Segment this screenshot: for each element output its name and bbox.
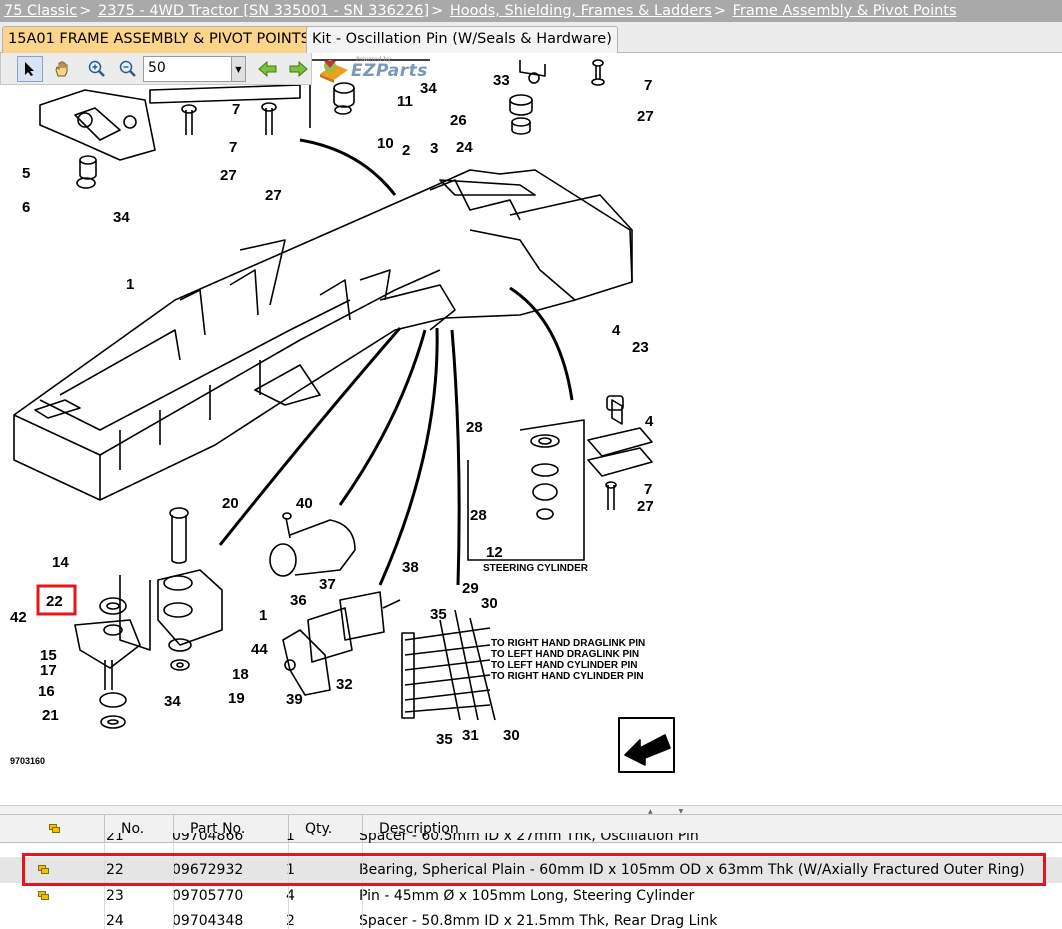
svg-text:31: 31: [462, 727, 479, 744]
breadcrumb-link-section[interactable]: Hoods, Shielding, Frames & Ladders: [450, 3, 712, 19]
row-description: Spacer - 50.8mm ID x 21.5mm Thk, Rear Dr…: [359, 913, 718, 929]
svg-text:20: 20: [222, 495, 239, 512]
svg-text:1: 1: [126, 276, 134, 293]
svg-text:7: 7: [644, 77, 652, 94]
svg-text:44: 44: [251, 641, 268, 658]
row-no: 23: [106, 888, 124, 904]
breadcrumb-link-page[interactable]: Frame Assembly & Pivot Points: [733, 3, 957, 19]
breadcrumb-separator: >: [713, 3, 726, 19]
zoom-in-icon[interactable]: [84, 56, 110, 82]
svg-text:27: 27: [220, 167, 237, 184]
svg-text:1: 1: [259, 607, 267, 624]
svg-text:28: 28: [470, 507, 487, 524]
svg-text:27: 27: [637, 108, 654, 125]
zoom-level-value: 50: [148, 60, 166, 76]
row-no: 21: [106, 833, 124, 844]
svg-text:5: 5: [22, 165, 30, 182]
svg-text:TO RIGHT HAND CYLINDER PIN: TO RIGHT HAND CYLINDER PIN: [491, 671, 644, 682]
splitter-grip-icon[interactable]: ▲▼: [648, 808, 709, 815]
svg-text:9703160: 9703160: [10, 756, 45, 766]
breadcrumb-separator: >: [79, 3, 92, 19]
breadcrumb: 75 Classic > 2375 - 4WD Tractor [SN 33500…: [0, 0, 1062, 22]
svg-text:STEERING CYLINDER: STEERING CYLINDER: [483, 563, 589, 574]
svg-text:37: 37: [319, 576, 336, 593]
svg-text:4: 4: [612, 322, 621, 339]
cart-icon[interactable]: [38, 891, 49, 900]
svg-text:38: 38: [402, 559, 419, 576]
svg-text:14: 14: [52, 554, 69, 571]
svg-text:32: 32: [336, 676, 353, 693]
svg-text:10: 10: [377, 135, 394, 152]
svg-text:42: 42: [10, 609, 27, 626]
table-row[interactable]: 24 09704348 2 Spacer - 50.8mm ID x 21.5m…: [0, 908, 1062, 929]
svg-text:28: 28: [466, 419, 483, 436]
back-arrow-icon[interactable]: [255, 56, 281, 82]
ezparts-logo: Powered by EZParts: [318, 56, 428, 84]
svg-text:33: 33: [493, 72, 510, 89]
svg-text:7: 7: [232, 101, 240, 118]
tab-frame-assembly[interactable]: 15A01 FRAME ASSEMBLY & PIVOT POINTS: [2, 26, 316, 53]
breadcrumb-link-machine[interactable]: 2375 - 4WD Tractor [SN 335001 - SN 33622…: [98, 3, 429, 19]
row-no: 24: [106, 913, 124, 929]
svg-text:4: 4: [645, 413, 654, 430]
select-arrow-icon[interactable]: [17, 56, 43, 82]
svg-text:7: 7: [644, 481, 652, 498]
svg-text:34: 34: [113, 209, 130, 226]
svg-text:18: 18: [232, 666, 249, 683]
chevron-down-icon[interactable]: ▼: [231, 57, 245, 81]
svg-text:3: 3: [430, 140, 438, 157]
row-description: Spacer - 60.5mm ID x 27mm Thk, Oscillati…: [359, 833, 699, 844]
zoom-level-select[interactable]: 50 ▼: [143, 56, 246, 82]
svg-text:39: 39: [286, 691, 303, 708]
svg-text:19: 19: [228, 690, 245, 707]
svg-text:16: 16: [38, 683, 55, 700]
svg-text:35: 35: [436, 731, 453, 748]
svg-text:29: 29: [462, 580, 479, 597]
svg-text:30: 30: [481, 595, 498, 612]
pane-splitter[interactable]: ▲▼: [0, 805, 1062, 815]
svg-text:12: 12: [486, 544, 503, 561]
table-row[interactable]: 21 09704866 1 Spacer - 60.5mm ID x 27mm …: [0, 833, 1062, 847]
callout-22: 22: [46, 593, 63, 610]
svg-text:35: 35: [430, 606, 447, 623]
parts-diagram[interactable]: 34 11 33 26 24 10 7 27 7 7 27 27 5 6 34 …: [0, 53, 1062, 805]
exploded-view-drawing: 34 11 33 26 24 10 7 27 7 7 27 27 5 6 34 …: [10, 59, 675, 773]
svg-text:27: 27: [265, 187, 282, 204]
svg-text:36: 36: [290, 592, 307, 609]
selected-row-highlight: [22, 853, 1046, 886]
row-part-no: 09704348: [172, 913, 244, 929]
svg-text:24: 24: [456, 139, 473, 156]
svg-text:34: 34: [164, 693, 181, 710]
logo-text: EZParts: [351, 61, 428, 81]
breadcrumb-link-model[interactable]: 75 Classic: [4, 3, 77, 19]
svg-text:26: 26: [450, 112, 467, 129]
svg-text:11: 11: [397, 93, 413, 110]
svg-text:21: 21: [42, 707, 59, 724]
cart-icon: [49, 824, 60, 833]
table-row[interactable]: 23 09705770 4 Pin - 45mm Ø x 105mm Long,…: [0, 883, 1062, 909]
svg-text:23: 23: [632, 339, 649, 356]
row-description: Pin - 45mm Ø x 105mm Long, Steering Cyli…: [359, 888, 695, 904]
svg-text:2: 2: [402, 142, 410, 159]
svg-text:7: 7: [229, 139, 237, 156]
svg-text:TO RIGHT HAND DRAGLINK PIN: TO RIGHT HAND DRAGLINK PIN: [491, 638, 645, 649]
forward-arrow-icon[interactable]: [285, 56, 311, 82]
svg-text:40: 40: [296, 495, 313, 512]
ezparts-logo-icon: [320, 60, 348, 83]
row-part-no: 09704866: [172, 833, 244, 844]
tab-oscillation-pin-kit[interactable]: Kit - Oscillation Pin (W/Seals & Hardwar…: [306, 26, 618, 53]
svg-text:30: 30: [503, 727, 520, 744]
pan-hand-icon[interactable]: [49, 56, 75, 82]
tab-bar: 15A01 FRAME ASSEMBLY & PIVOT POINTS Kit …: [0, 22, 1062, 53]
svg-text:TO LEFT HAND CYLINDER PIN: TO LEFT HAND CYLINDER PIN: [491, 660, 637, 671]
svg-text:TO LEFT HAND DRAGLINK PIN: TO LEFT HAND DRAGLINK PIN: [491, 649, 639, 660]
svg-text:6: 6: [22, 199, 30, 216]
row-part-no: 09705770: [172, 888, 244, 904]
diagram-toolbar: 50 ▼: [0, 53, 312, 85]
zoom-out-icon[interactable]: [115, 56, 141, 82]
svg-text:27: 27: [637, 498, 654, 515]
svg-text:17: 17: [40, 662, 57, 679]
breadcrumb-separator: >: [431, 3, 444, 19]
